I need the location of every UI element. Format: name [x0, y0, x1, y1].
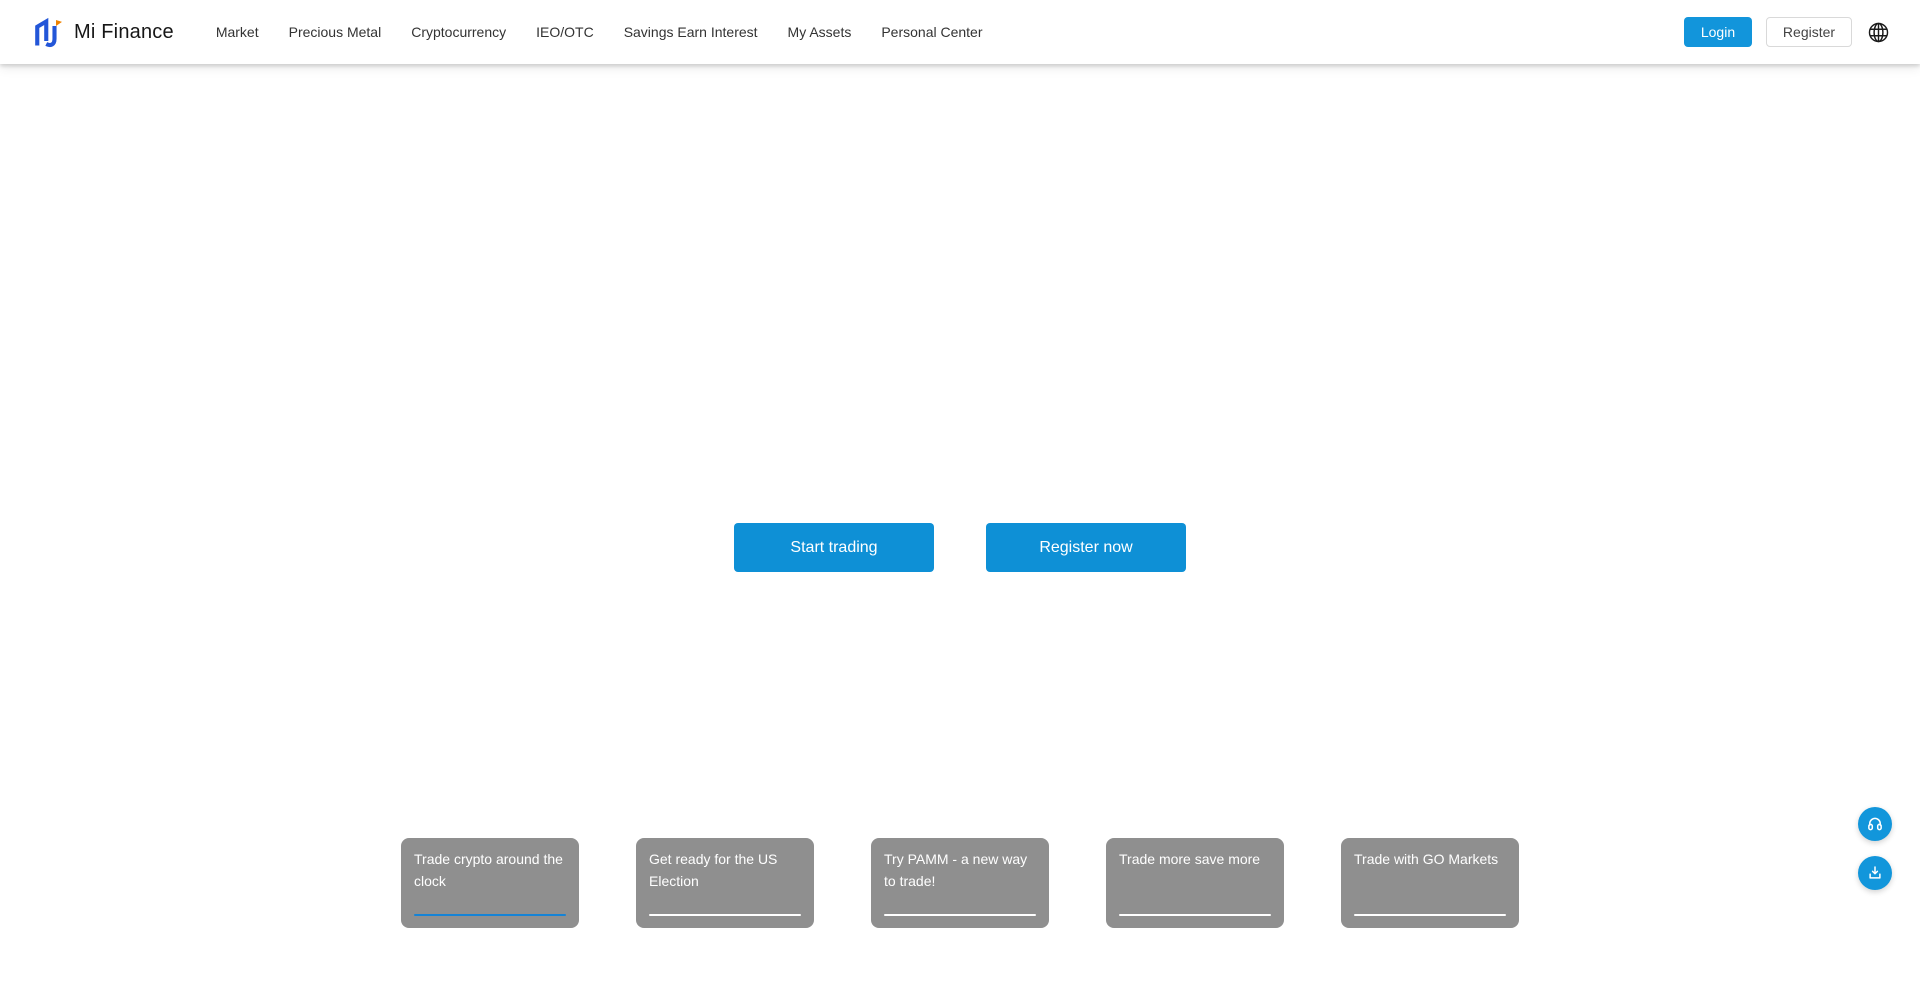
brand-name: Mi Finance [74, 21, 174, 44]
nav-item-market[interactable]: Market [216, 24, 259, 40]
promo-card-us-election[interactable]: Get ready for the US Election [636, 838, 814, 928]
globe-icon[interactable] [1866, 20, 1890, 44]
nav-item-personal-center[interactable]: Personal Center [881, 24, 982, 40]
promo-card-text: Trade more save more [1119, 848, 1271, 870]
brand[interactable]: Mi Finance [32, 14, 174, 50]
promo-card-trade-more[interactable]: Trade more save more [1106, 838, 1284, 928]
start-trading-button[interactable]: Start trading [734, 523, 934, 572]
promo-card-underline [414, 914, 566, 916]
promo-card-trade-crypto[interactable]: Trade crypto around the clock [401, 838, 579, 928]
login-button[interactable]: Login [1684, 17, 1752, 47]
app-download-button[interactable] [1858, 856, 1892, 890]
customer-support-button[interactable] [1858, 807, 1892, 841]
nav-item-my-assets[interactable]: My Assets [788, 24, 852, 40]
hero-actions: Start trading Register now [0, 523, 1920, 572]
promo-card-text: Trade with GO Markets [1354, 848, 1506, 870]
promo-card-underline [649, 914, 801, 916]
register-now-button[interactable]: Register now [986, 523, 1186, 572]
register-button[interactable]: Register [1766, 17, 1852, 47]
nav-item-precious-metal[interactable]: Precious Metal [289, 24, 382, 40]
promo-card-row: Trade crypto around the clock Get ready … [0, 838, 1920, 928]
promo-card-underline [1354, 914, 1506, 916]
promo-card-text: Try PAMM - a new way to trade! [884, 848, 1036, 892]
promo-card-text: Trade crypto around the clock [414, 848, 566, 892]
promo-card-text: Get ready for the US Election [649, 848, 801, 892]
promo-card-go-markets[interactable]: Trade with GO Markets [1341, 838, 1519, 928]
nav-item-ieo-otc[interactable]: IEO/OTC [536, 24, 594, 40]
download-icon [1866, 864, 1884, 882]
nav-item-cryptocurrency[interactable]: Cryptocurrency [411, 24, 506, 40]
headset-icon [1866, 815, 1884, 833]
mi-finance-logo-icon [32, 14, 62, 50]
header-actions: Login Register [1684, 17, 1890, 47]
top-navigation-bar: Mi Finance Market Precious Metal Cryptoc… [0, 0, 1920, 64]
promo-card-pamm[interactable]: Try PAMM - a new way to trade! [871, 838, 1049, 928]
main-nav: Market Precious Metal Cryptocurrency IEO… [216, 24, 983, 40]
nav-item-savings-earn-interest[interactable]: Savings Earn Interest [624, 24, 758, 40]
promo-card-underline [1119, 914, 1271, 916]
promo-card-underline [884, 914, 1036, 916]
